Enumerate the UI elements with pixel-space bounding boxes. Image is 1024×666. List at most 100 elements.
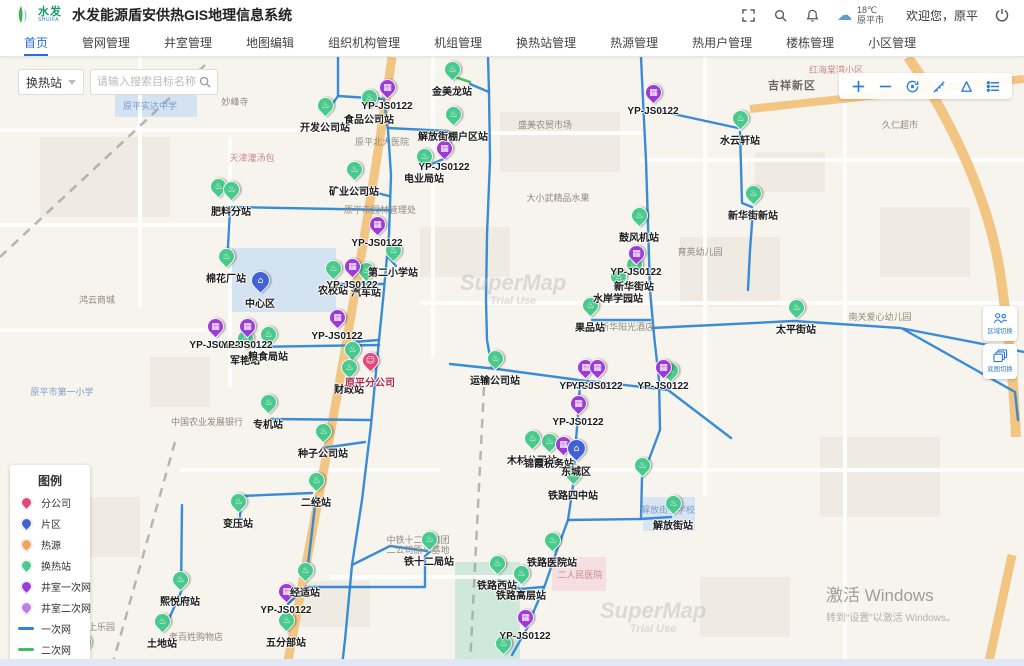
- legend-line-icon: [18, 627, 34, 630]
- legend-item-0: 分公司: [18, 495, 82, 510]
- marker-label: 肥料分站: [211, 203, 251, 218]
- marker-label: 开发公司站: [300, 119, 350, 134]
- map-place-label: 久仁超市: [882, 118, 918, 131]
- legend-item-1: 片区: [18, 516, 82, 531]
- marker-label: YP-JS0122: [627, 106, 678, 117]
- marker-label: 金美龙站: [432, 83, 472, 98]
- marker-label: 新华街新站: [728, 207, 778, 222]
- fullscreen-icon[interactable]: [741, 7, 757, 23]
- weather-widget: ☁ 18℃ 原平市: [837, 5, 884, 26]
- tab-0[interactable]: 首页: [24, 30, 48, 56]
- map-place-label: 大小武精品水果: [526, 191, 589, 204]
- basemap-switch-button[interactable]: 底图切换: [983, 344, 1017, 379]
- tab-7[interactable]: 热源管理: [610, 30, 658, 56]
- map-place-label: 新华阳光酒店: [600, 320, 654, 333]
- map-watermark: SuperMapTrial Use: [600, 600, 706, 635]
- nav-tabs: 首页 管网管理 井室管理 地图编辑 组织机构管理 机组管理 换热站管理 热源管理 热用户管理 楼栋…: [0, 30, 1024, 57]
- map-place-label: 妙峰寺: [221, 95, 248, 108]
- marker-label: 专机站: [253, 416, 283, 431]
- logo-leaf-icon: [14, 5, 34, 25]
- map-place-label: 鸿云商城: [79, 293, 115, 306]
- logo-en-text: SHUIFA: [38, 18, 62, 23]
- legend-pin-icon: [18, 495, 34, 511]
- marker-label: 第二小学站: [368, 264, 418, 279]
- marker-label: 熙悦府站: [160, 593, 200, 608]
- region-switch-button[interactable]: 区域切换: [983, 306, 1017, 341]
- marker-label: 水岸学园站: [593, 290, 643, 305]
- marker-label: YP-JS0122: [637, 381, 688, 392]
- tab-10[interactable]: 小区管理: [868, 30, 916, 56]
- legend-item-2: 热源: [18, 537, 82, 552]
- map-place-label: 原平市第一小学: [30, 385, 93, 398]
- bell-icon[interactable]: [805, 7, 821, 23]
- legend-pin-icon: [18, 537, 34, 553]
- marker-label: 五分部站: [266, 634, 306, 649]
- tab-4[interactable]: 组织机构管理: [328, 30, 400, 56]
- marker-label: 变压站: [223, 515, 253, 530]
- zoom-out-icon[interactable]: [875, 76, 895, 96]
- search-input-box: [90, 69, 218, 95]
- marker-label: 鼓风机站: [619, 229, 659, 244]
- map-toolbar: [839, 73, 1012, 99]
- layers-icon: [993, 349, 1008, 363]
- legend-pin-icon: [18, 600, 34, 616]
- layer-list-icon[interactable]: [983, 76, 1003, 96]
- map-place-label: 南关爱心幼儿园: [848, 310, 911, 323]
- marker-label: YP-JS0122: [499, 631, 550, 642]
- search-category-dropdown[interactable]: 换热站: [18, 69, 84, 95]
- map-place-label: 原平实达中学: [123, 99, 177, 112]
- legend-item-5: 井室二次网: [18, 600, 82, 615]
- marker-label: 水云轩站: [720, 132, 760, 147]
- legend-pin-icon: [18, 516, 34, 532]
- legend-line-icon: [18, 648, 34, 651]
- tab-5[interactable]: 机组管理: [434, 30, 482, 56]
- draw-icon[interactable]: [956, 76, 976, 96]
- marker-label: YP-JS0122: [221, 340, 272, 351]
- tab-2[interactable]: 井室管理: [164, 30, 212, 56]
- basemap-switch-label: 底图切换: [987, 365, 1012, 374]
- marker-label: YP-JS0122: [418, 162, 469, 173]
- tab-6[interactable]: 换热站管理: [516, 30, 576, 56]
- marker-label: 二经站: [301, 494, 331, 509]
- marker-label: 铁路医院站: [527, 554, 577, 569]
- windows-activation-watermark: 激活 Windows转到“设置”以激活 Windows。: [826, 581, 956, 624]
- marker-label: 太平街站: [776, 321, 816, 336]
- marker-label: YP-JS0122: [610, 267, 661, 278]
- people-icon: [993, 312, 1008, 325]
- marker-label: 食品公司站: [344, 111, 394, 126]
- app-logo: 水发 SHUIFA: [14, 5, 62, 25]
- search-input[interactable]: [97, 76, 199, 88]
- cloud-icon: ☁: [837, 6, 852, 24]
- weather-city: 原平市: [857, 15, 884, 25]
- map-place-label: 二人民医院: [557, 568, 602, 581]
- map-canvas[interactable]: 原平实达中学妙峰寺吉祥新区红海棠湾小区原平北大医院原平市园林管理处天津灌汤包中国…: [0, 57, 1024, 666]
- legend-item-3: 换热站: [18, 558, 82, 573]
- marker-label: 解放街站: [653, 517, 693, 532]
- tab-1[interactable]: 管网管理: [82, 30, 130, 56]
- tab-8[interactable]: 热用户管理: [692, 30, 752, 56]
- measure-icon[interactable]: [929, 76, 949, 96]
- logout-icon[interactable]: [994, 7, 1010, 23]
- marker-label: 种子公司站: [298, 445, 348, 460]
- marker-label: 经适站: [290, 584, 320, 599]
- marker-label: YP-JS0122: [311, 331, 362, 342]
- app-window: 水发 SHUIFA 水发能源盾安供热GIS地理信息系统: [0, 0, 1024, 666]
- tab-9[interactable]: 楼栋管理: [786, 30, 834, 56]
- marker-label: 原平分公司: [345, 374, 395, 389]
- search-icon[interactable]: [773, 7, 789, 23]
- reset-view-icon[interactable]: [902, 76, 922, 96]
- marker-label: 棉花厂站: [206, 270, 246, 285]
- map-place-label: 原平北大医院: [355, 135, 409, 148]
- region-switch-label: 区域切换: [987, 326, 1012, 335]
- marker-label: YP-JS0122: [361, 101, 412, 112]
- chevron-down-icon: [68, 80, 76, 85]
- marker-label: 土地站: [147, 635, 177, 650]
- legend-title: 图例: [18, 472, 82, 489]
- marker-label: 果品站: [575, 319, 605, 334]
- zoom-in-icon[interactable]: [848, 76, 868, 96]
- marker-label: 中心区: [245, 295, 275, 310]
- search-category-value: 换热站: [26, 74, 62, 91]
- marker-label: 铁十二局站: [404, 553, 454, 568]
- search-submit-icon[interactable]: [199, 76, 211, 88]
- tab-3[interactable]: 地图编辑: [246, 30, 294, 56]
